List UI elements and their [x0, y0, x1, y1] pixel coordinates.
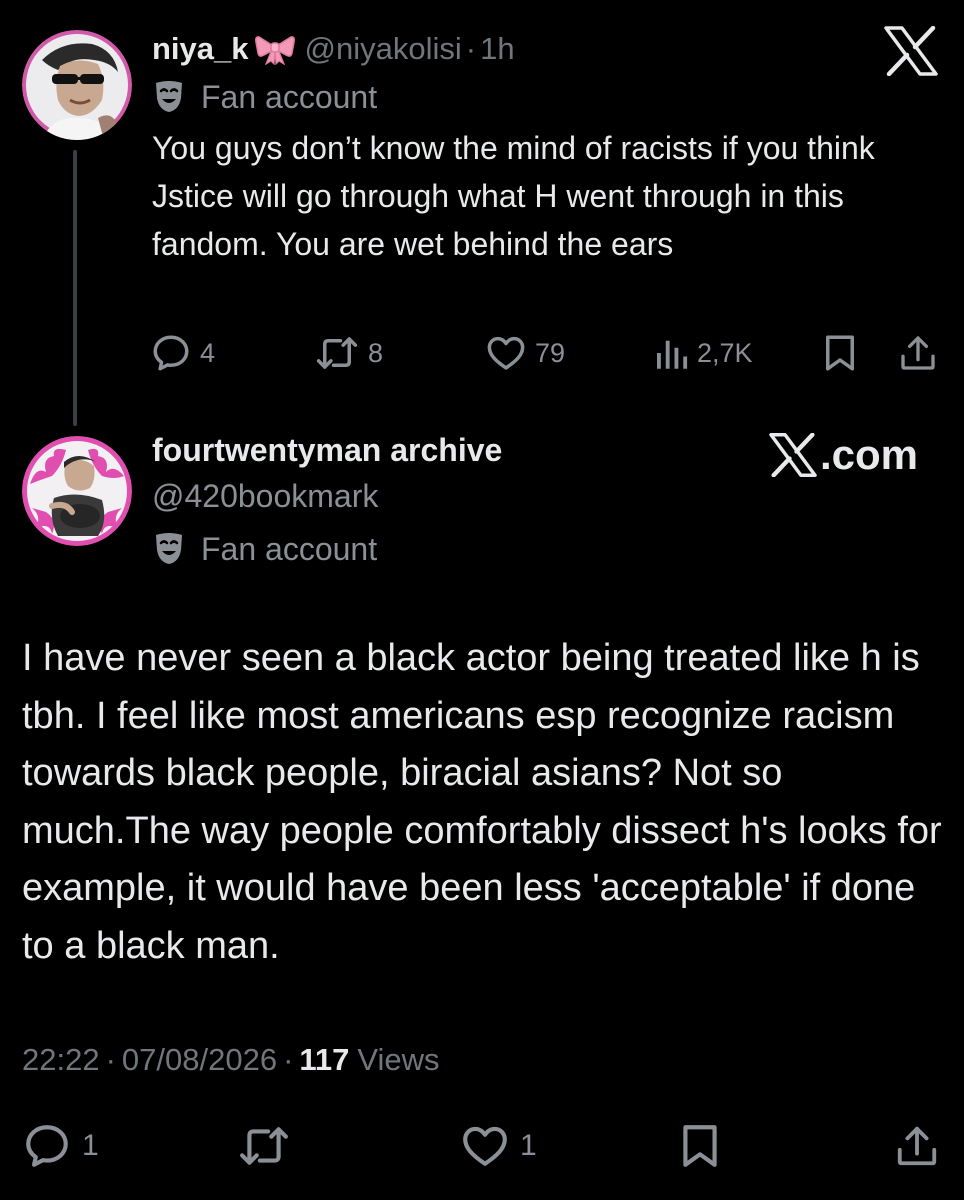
- repost-button[interactable]: 8: [314, 330, 383, 376]
- like-count: 1: [520, 1129, 537, 1162]
- tweet-actions: 1 1: [22, 1118, 942, 1174]
- share-upload-icon: [897, 1126, 937, 1166]
- display-name[interactable]: fourtwentyman archive: [152, 432, 502, 469]
- views-button[interactable]: 2,7K: [653, 330, 753, 376]
- bookmark-icon: [683, 1125, 717, 1167]
- ribbon-bow-icon: [254, 33, 295, 65]
- tweet-text: You guys don’t know the mind of racists …: [152, 130, 875, 262]
- post-metadata: 22:22 · 07/08/2026 · 117 Views: [22, 1038, 440, 1082]
- watermark-suffix: .com: [820, 431, 919, 478]
- separator-dot: ·: [465, 31, 477, 66]
- x-logo-icon: [883, 26, 939, 76]
- bookmark-icon: [826, 335, 854, 371]
- user-handle[interactable]: @420bookmark: [152, 478, 378, 515]
- views-count: 2,7K: [697, 337, 753, 368]
- x-logo-icon: [769, 433, 817, 477]
- like-count: 79: [535, 337, 566, 368]
- repost-button[interactable]: [236, 1118, 292, 1174]
- bookmark-button[interactable]: [822, 330, 858, 376]
- speech-bubble-icon: [26, 1125, 68, 1167]
- repost-count: 8: [368, 337, 384, 368]
- bar-chart-icon: [657, 340, 688, 369]
- like-button[interactable]: 79: [485, 330, 565, 376]
- tweet-text: I have never seen a black actor being tr…: [22, 637, 942, 967]
- fan-account-label: Fan account: [201, 530, 378, 567]
- repost-icon: [240, 1127, 288, 1165]
- like-button[interactable]: 1: [460, 1118, 537, 1174]
- post-time[interactable]: 1h: [480, 31, 514, 67]
- separator-dot: ·: [105, 1042, 116, 1077]
- share-upload-icon: [901, 336, 935, 370]
- reply-count: 4: [200, 337, 216, 368]
- post-time[interactable]: 22:22: [22, 1042, 100, 1078]
- views-count: 117: [299, 1042, 350, 1077]
- share-button[interactable]: [894, 1118, 940, 1174]
- reply-count: 1: [82, 1129, 99, 1162]
- reply-button[interactable]: 4: [150, 330, 215, 376]
- tweet-header: niya_k @niyakolisi · 1h: [152, 28, 515, 70]
- thread-connector-line: [73, 150, 77, 426]
- fan-account-badge: Fan account: [153, 528, 377, 570]
- views-label: Views: [357, 1042, 440, 1077]
- avatar[interactable]: [22, 436, 132, 546]
- reply-button[interactable]: 1: [22, 1118, 99, 1174]
- display-name[interactable]: niya_k: [152, 31, 249, 67]
- tweet-actions: 4 8 79 2,7K: [150, 330, 940, 376]
- heart-icon: [487, 336, 525, 370]
- separator-dot: ·: [283, 1042, 294, 1077]
- theater-mask-icon: [153, 80, 185, 114]
- fan-account-label: Fan account: [201, 78, 378, 115]
- user-handle[interactable]: @niyakolisi: [305, 31, 462, 67]
- post-date[interactable]: 07/08/2026: [122, 1042, 277, 1078]
- avatar[interactable]: [22, 30, 132, 140]
- heart-icon: [463, 1126, 507, 1166]
- bookmark-button[interactable]: [678, 1118, 722, 1174]
- theater-mask-icon: [153, 532, 185, 566]
- speech-bubble-icon: [153, 335, 189, 371]
- fan-account-badge: Fan account: [153, 76, 377, 118]
- share-button[interactable]: [898, 330, 938, 376]
- watermark: .com: [768, 430, 918, 480]
- repost-icon: [316, 337, 358, 369]
